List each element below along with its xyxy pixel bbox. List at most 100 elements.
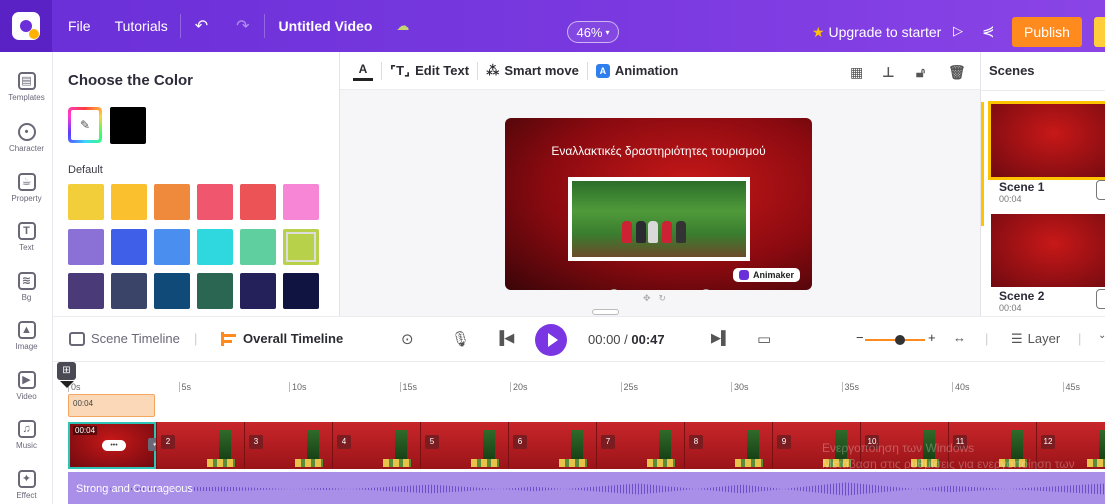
color-swatch[interactable]	[240, 229, 276, 265]
timeline-zoom-slider[interactable]	[865, 335, 925, 345]
smart-move-button[interactable]: ⁂ Smart move	[486, 63, 579, 79]
scene-clip[interactable]: 8	[684, 422, 772, 469]
templates-icon: ▤	[17, 72, 36, 90]
color-swatch[interactable]	[111, 273, 147, 309]
scene-duration-block[interactable]: 00:04	[68, 394, 155, 417]
overall-timeline-tab[interactable]: Overall Timeline	[221, 331, 343, 346]
scene-clip[interactable]: 4	[332, 422, 420, 469]
video-title[interactable]: Untitled Video	[265, 18, 383, 34]
stage-resize-handle[interactable]	[592, 309, 619, 315]
scene-clip[interactable]: 6	[508, 422, 596, 469]
character-icon: •	[17, 123, 36, 141]
playhead-handle[interactable]: ⊞	[57, 362, 76, 380]
active-scene-marker	[981, 102, 984, 226]
slide-title[interactable]: Εναλλακτικές δραστηριότητες τουρισμού	[505, 144, 812, 158]
edit-text-button[interactable]: ⌜T⌟ Edit Text	[390, 63, 469, 79]
rail-bg[interactable]: ≋ Bg	[0, 272, 53, 302]
ruler-tick: 30s	[731, 382, 749, 392]
preview-play-icon[interactable]: ▷	[953, 23, 963, 39]
upgrade-link[interactable]: ★ Upgrade to starter	[812, 24, 941, 41]
color-swatch[interactable]	[154, 184, 190, 220]
color-swatch[interactable]	[154, 273, 190, 309]
app-logo[interactable]	[0, 0, 52, 52]
slider-knob[interactable]	[895, 335, 905, 345]
tree-decoration	[747, 430, 759, 460]
color-swatch[interactable]	[240, 273, 276, 309]
time-ruler[interactable]: 0s 5s 10s 15s 20s 25s 30s 35s 40s 45s	[60, 362, 1105, 392]
scene-clip[interactable]: 2	[156, 422, 244, 469]
undo-icon[interactable]: ↶	[181, 16, 222, 36]
subtitles-icon[interactable]: ▭	[757, 330, 771, 348]
playhead-marker[interactable]	[60, 381, 74, 388]
text-color-icon[interactable]: A	[353, 61, 373, 81]
hiking-photo[interactable]	[568, 177, 750, 261]
share-icon[interactable]: ⋞	[982, 22, 995, 40]
skip-forward-icon[interactable]: ▶▌	[711, 330, 730, 346]
move-rotate-icons[interactable]: ✥↻	[643, 293, 674, 304]
delete-icon[interactable]: 🗑︎	[948, 64, 966, 81]
microphone-icon[interactable]: 🎙︎	[451, 330, 470, 348]
layer-button[interactable]: ☰ Layer	[1011, 331, 1060, 347]
rail-music[interactable]: ♫ Music	[0, 420, 53, 450]
animation-button[interactable]: A Animation	[595, 63, 678, 78]
camera-icon[interactable]: ⊙	[401, 330, 414, 348]
color-swatch[interactable]	[197, 273, 233, 309]
resize-handle[interactable]	[701, 289, 711, 290]
edit-text-icon: ⌜T⌟	[390, 62, 411, 78]
scene-thumbnail-1[interactable]	[988, 101, 1105, 180]
more-options-icon[interactable]: •••	[102, 440, 126, 451]
swatch-black[interactable]	[110, 107, 146, 144]
resize-handle[interactable]	[609, 289, 619, 290]
scene-canvas[interactable]: Εναλλακτικές δραστηριότητες τουρισμού An…	[505, 118, 812, 290]
color-swatch[interactable]	[111, 184, 147, 220]
zoom-dropdown[interactable]: 46% ▾	[567, 21, 619, 43]
color-swatch[interactable]	[240, 184, 276, 220]
color-swatch[interactable]	[197, 184, 233, 220]
rail-effect[interactable]: ✦ Effect	[0, 470, 53, 500]
color-swatch[interactable]	[154, 229, 190, 265]
color-swatch[interactable]	[68, 184, 104, 220]
rail-video[interactable]: ▶ Video	[0, 371, 53, 401]
color-swatch[interactable]	[111, 229, 147, 265]
scene-thumbnail-2[interactable]	[991, 214, 1105, 287]
rail-character[interactable]: • Character	[0, 123, 53, 153]
scene-clip[interactable]: 5	[420, 422, 508, 469]
color-swatch[interactable]	[68, 273, 104, 309]
redo-icon[interactable]: ↷	[222, 16, 263, 36]
play-button[interactable]	[535, 324, 567, 356]
scene-options-button[interactable]	[1096, 180, 1105, 200]
transparency-icon[interactable]: ▦	[850, 64, 863, 81]
skip-back-icon[interactable]: ▐◀	[495, 330, 514, 346]
custom-color-picker[interactable]: ✎	[68, 107, 102, 143]
rail-image[interactable]: ▲ Image	[0, 321, 53, 351]
color-swatch[interactable]	[283, 184, 319, 220]
gift-icon[interactable]	[1094, 17, 1105, 47]
color-swatch[interactable]	[197, 229, 233, 265]
rail-label: Character	[8, 144, 45, 153]
lock-icon[interactable]: 🔓︎	[916, 64, 925, 81]
color-swatch[interactable]	[283, 273, 319, 309]
audio-track[interactable]: Strong and Courageous	[68, 472, 1105, 504]
scene-clip-1[interactable]: 00:04 •••	[68, 422, 156, 469]
align-icon[interactable]: ⊥	[882, 64, 895, 81]
scene-clip[interactable]: 7	[596, 422, 684, 469]
rail-text[interactable]: T Text	[0, 222, 53, 252]
scene-clip[interactable]: 3	[244, 422, 332, 469]
color-swatch[interactable]	[283, 229, 319, 265]
rail-property[interactable]: ☕ Property	[0, 173, 53, 203]
tutorials-menu[interactable]: Tutorials	[103, 18, 180, 34]
zoom-in-icon[interactable]: +	[928, 330, 936, 345]
scene-timeline-tab[interactable]: Scene Timeline	[69, 331, 180, 346]
file-menu[interactable]: File	[56, 18, 103, 34]
gifts-decoration	[647, 459, 675, 467]
rail-templates[interactable]: ▤ Templates	[0, 72, 53, 102]
brand-label: Animaker	[752, 270, 794, 280]
publish-button[interactable]: Publish	[1012, 17, 1082, 47]
chevron-down-icon[interactable]: ⌄	[1098, 330, 1105, 341]
color-panel: Choose the Color ✎ Default	[53, 52, 391, 316]
scene-options-button[interactable]	[1096, 289, 1105, 309]
fit-width-icon[interactable]: ↔	[953, 330, 966, 345]
zoom-out-icon[interactable]: −	[856, 330, 864, 345]
color-swatch[interactable]	[68, 229, 104, 265]
ruler-tick: 45s	[1062, 382, 1080, 392]
